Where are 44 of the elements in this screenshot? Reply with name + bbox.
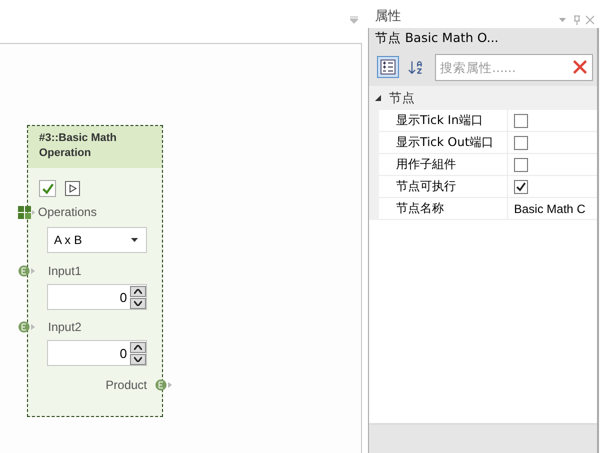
sort-icon [406, 58, 424, 76]
collapse-icon [375, 95, 381, 101]
port-label: Input1 [48, 264, 82, 278]
caret-icon [131, 238, 138, 242]
panel-title: 属性 [375, 8, 401, 25]
increment-button[interactable] [130, 286, 146, 296]
checkmark-icon [516, 182, 526, 192]
port-label: Product [106, 378, 147, 392]
decrement-button[interactable] [130, 354, 146, 364]
property-checkbox[interactable] [514, 180, 528, 194]
increment-button[interactable] [130, 342, 146, 352]
property-name: 用作子組件 [379, 154, 508, 175]
selected-object-label: 节点 Basic Math O... [369, 28, 597, 48]
category-label: 节点 [389, 90, 415, 106]
operation-dropdown[interactable]: A x B [47, 227, 147, 253]
enabled-checkbox[interactable] [39, 180, 56, 197]
grid-port-icon[interactable] [18, 206, 36, 218]
property-name: 显示Tick In端口 [379, 110, 508, 131]
number-field[interactable]: 0 [47, 284, 147, 310]
port-label: Operations [38, 205, 97, 219]
number-value: 0 [118, 290, 128, 304]
port-icon[interactable] [155, 379, 173, 391]
category-header[interactable]: 节点 [369, 86, 597, 110]
property-name: 节点可执行 [379, 176, 508, 197]
search-field[interactable]: 搜索属性...... [435, 54, 593, 80]
play-icon [68, 184, 76, 193]
list-icon [380, 59, 396, 75]
property-checkbox[interactable] [514, 114, 528, 128]
property-checkbox[interactable] [514, 158, 528, 172]
number-field[interactable]: 0 [47, 340, 147, 366]
property-name: 节点名称 [379, 198, 508, 219]
property-name: 显示Tick Out端口 [379, 132, 508, 153]
port-icon[interactable] [18, 265, 36, 277]
checkmark-icon [42, 182, 54, 194]
clear-icon[interactable] [573, 60, 587, 74]
decrement-button[interactable] [130, 298, 146, 308]
number-value: 0 [118, 346, 128, 360]
port-label: Input2 [48, 320, 82, 334]
property-checkbox[interactable] [514, 136, 528, 150]
categorized-view-button[interactable] [377, 56, 399, 78]
node-title: #3::Basic Math Operation [28, 126, 162, 168]
play-button[interactable] [65, 181, 80, 196]
property-value[interactable]: Basic Math C [508, 198, 597, 219]
port-icon[interactable] [18, 321, 36, 333]
